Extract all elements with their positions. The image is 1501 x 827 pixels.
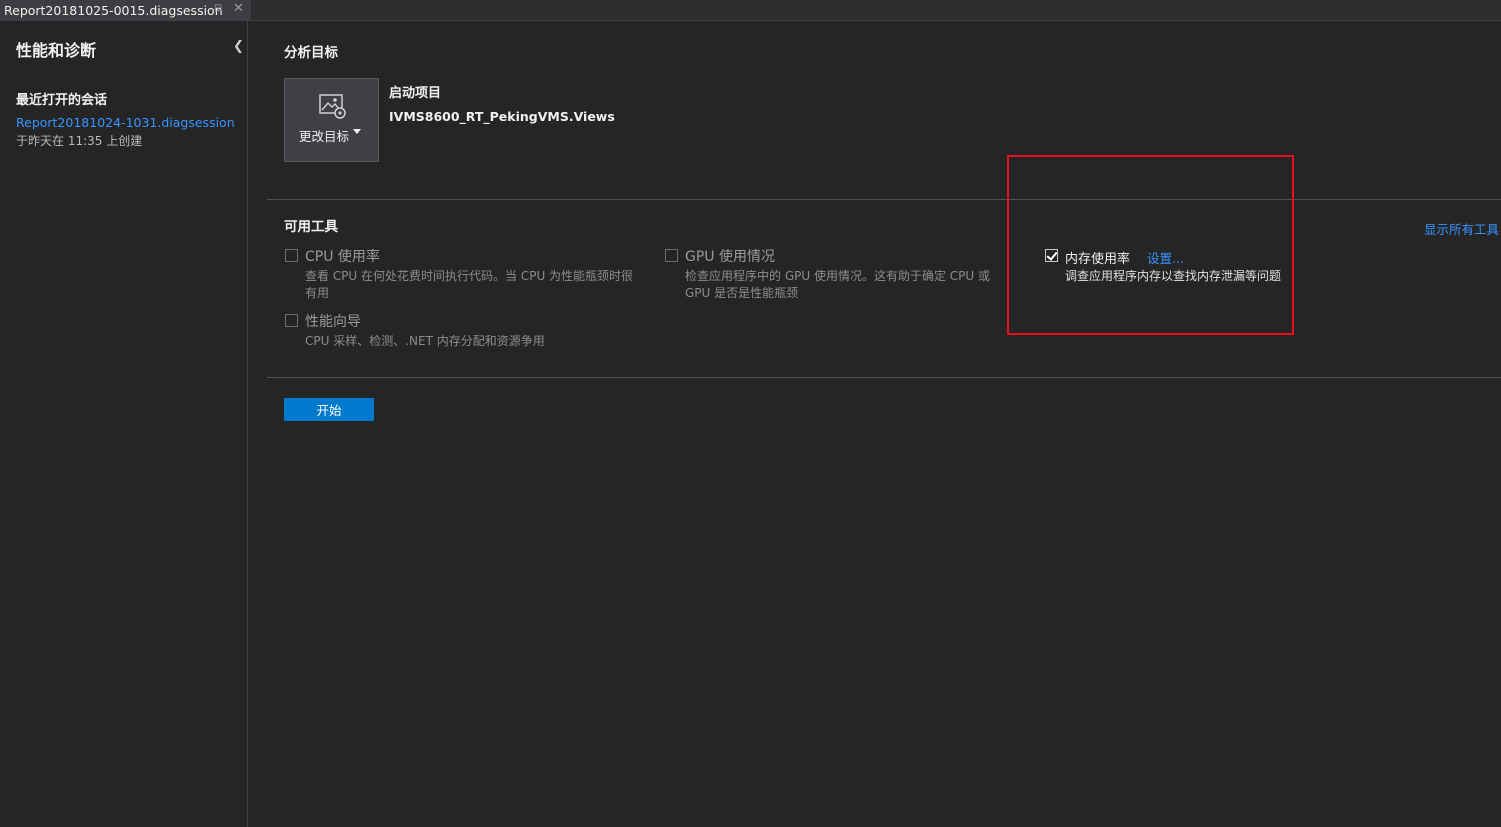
change-target-label: 更改目标: [299, 129, 350, 144]
tool-name: 性能向导: [305, 314, 361, 330]
tool-name: GPU 使用情况: [685, 249, 775, 265]
sidebar-title: 性能和诊断: [16, 41, 97, 60]
document-tab-title[interactable]: Report20181025-0015.diagsession: [0, 3, 223, 18]
cpu-usage-checkbox[interactable]: [285, 249, 298, 262]
available-tools-heading: 可用工具: [284, 219, 338, 235]
tool-description: 查看 CPU 在何处花费时间执行代码。当 CPU 为性能瓶颈时很有用: [305, 269, 634, 300]
startup-project-label: 启动项目: [389, 86, 442, 101]
main-content: 分析目标 更改目标 启动项目 IVMS8600_RT_PekingVMS.Vie…: [248, 21, 1501, 827]
document-tab-strip: Report20181025-0015.diagsession ⊟ ✕: [0, 0, 1501, 21]
recent-session-meta: 于昨天在 11:35 上创建: [16, 134, 143, 148]
close-icon[interactable]: ✕: [233, 1, 244, 16]
section-divider: [267, 377, 1501, 378]
analysis-target-heading: 分析目标: [284, 45, 338, 61]
sidebar: 性能和诊断 ❮ 最近打开的会话 Report20181024-1031.diag…: [0, 21, 248, 827]
recent-sessions-heading: 最近打开的会话: [16, 93, 108, 108]
tool-description: 检查应用程序中的 GPU 使用情况。这有助于确定 CPU 或 GPU 是否是性能…: [685, 269, 990, 300]
startup-project-value: IVMS8600_RT_PekingVMS.Views: [389, 109, 615, 124]
collapse-chevron-icon[interactable]: ❮: [233, 39, 244, 54]
start-button[interactable]: 开始: [284, 398, 374, 421]
tool-description: CPU 采样、检测、.NET 内存分配和资源争用: [305, 334, 545, 348]
gpu-usage-checkbox[interactable]: [665, 249, 678, 262]
change-target-button[interactable]: 更改目标: [284, 78, 379, 162]
tool-name: CPU 使用率: [305, 249, 380, 265]
pin-icon[interactable]: ⊟: [214, 3, 222, 14]
section-divider: [267, 199, 1501, 200]
show-all-tools-link[interactable]: 显示所有工具: [1424, 219, 1499, 238]
highlight-annotation-box: [1007, 155, 1294, 335]
dropdown-caret-icon: [353, 129, 361, 134]
recent-session-link[interactable]: Report20181024-1031.diagsession: [16, 115, 235, 130]
target-settings-icon: [319, 94, 346, 119]
document-tab[interactable]: Report20181025-0015.diagsession ⊟ ✕: [0, 0, 251, 20]
performance-wizard-checkbox[interactable]: [285, 314, 298, 327]
